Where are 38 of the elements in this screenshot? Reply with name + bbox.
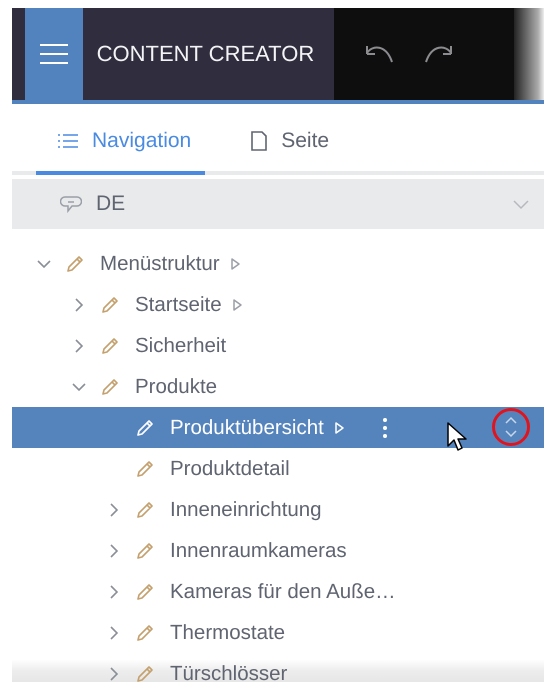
tree-item-label: Produktübersicht [170, 416, 324, 440]
more-vertical-icon[interactable] [382, 418, 387, 438]
tree-row[interactable]: Türschlösser [12, 653, 544, 682]
tree-item-label: Kameras für den Auße… [170, 580, 396, 604]
tree-row[interactable]: Sicherheit [12, 325, 544, 366]
triangle-icon[interactable] [230, 256, 241, 270]
tree-row[interactable]: Innenraumkameras [12, 530, 544, 571]
tree-item-label: Produktdetail [170, 456, 290, 480]
tree-item-label: Türschlösser [170, 662, 288, 682]
tree-item-label: Thermostate [170, 620, 286, 644]
tree-row[interactable]: Produktdetail [12, 448, 544, 489]
speech-bubble-icon [60, 194, 82, 214]
app-title: CONTENT CREATOR [96, 41, 316, 67]
tree-row[interactable]: Startseite [12, 284, 544, 325]
sort-handle-circled[interactable] [492, 408, 530, 446]
list-icon [58, 133, 78, 149]
tree-item-label: Inneneinrichtung [170, 498, 322, 522]
tree-item-label: Startseite [135, 292, 222, 316]
tree-item-label: Innenraumkameras [170, 538, 347, 562]
selected-tree-row[interactable]: Produktübersicht [12, 407, 544, 448]
triangle-icon[interactable] [232, 298, 243, 312]
tree-row[interactable]: Menüstruktur [12, 243, 544, 284]
tree-row[interactable]: Thermostate [12, 612, 544, 653]
tree-row[interactable]: Kameras für den Auße… [12, 571, 544, 612]
mouse-cursor-icon [447, 422, 467, 452]
tab[interactable]: Navigation [36, 111, 206, 175]
tree-item-label: Menüstruktur [100, 252, 220, 276]
tree-row[interactable]: Inneneinrichtung [12, 489, 544, 530]
menu-icon [40, 42, 68, 66]
up-down-arrows-icon [504, 415, 518, 439]
tree-row[interactable]: Produkte [12, 366, 544, 407]
page-icon [251, 131, 268, 151]
tab[interactable]: Seite [229, 111, 344, 175]
language-select[interactable]: DE [12, 179, 544, 229]
menu-button[interactable] [25, 8, 83, 100]
tree-item-label: Produkte [135, 374, 218, 398]
tree-item-label: Sicherheit [135, 334, 226, 358]
chevron-down-icon [512, 198, 530, 210]
